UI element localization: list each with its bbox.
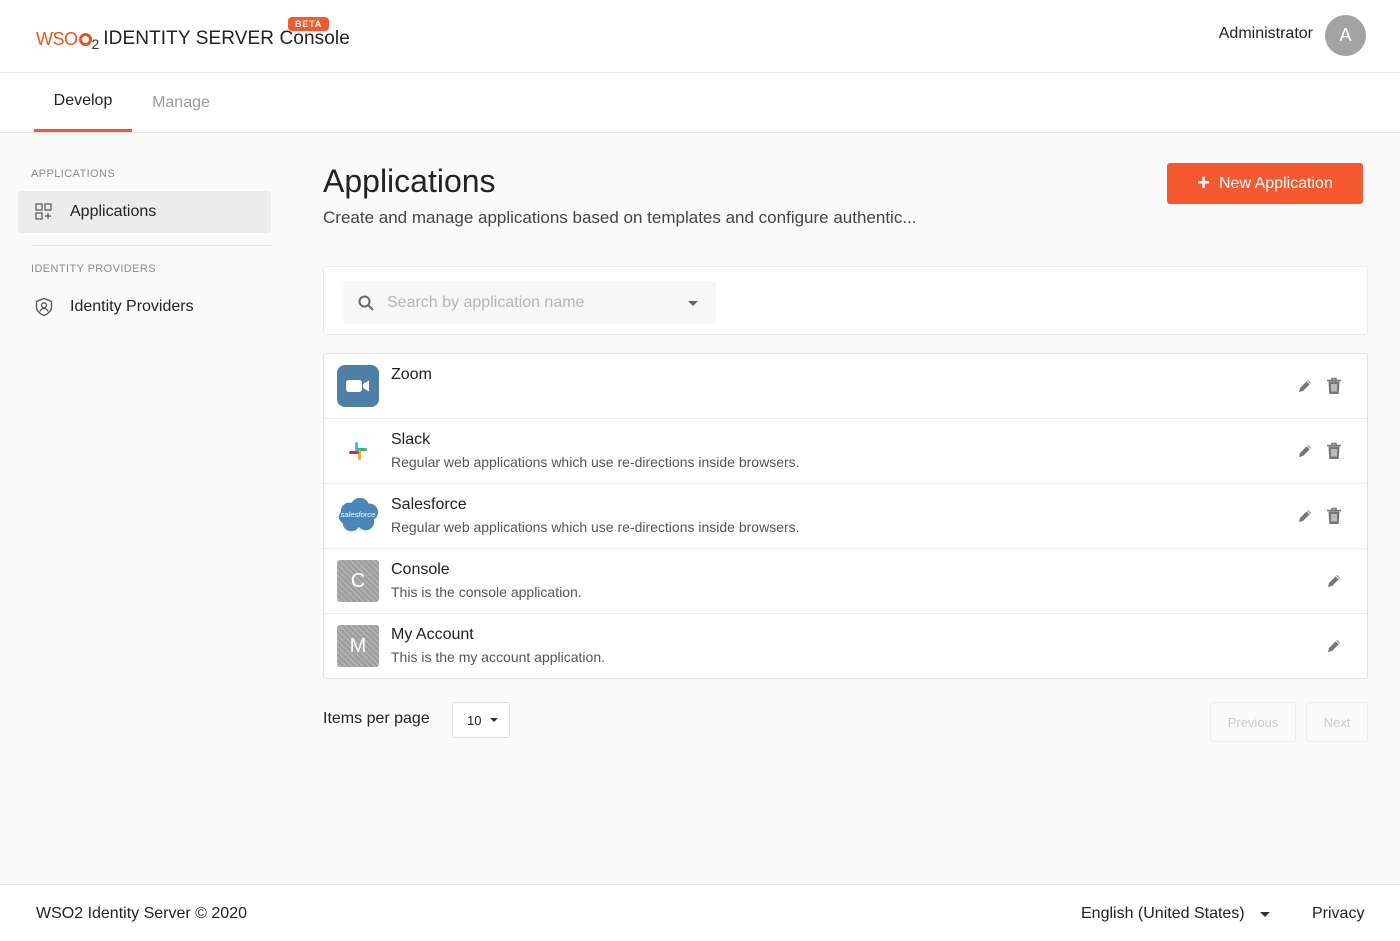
salesforce-logo: salesforce — [337, 495, 379, 537]
trash-icon[interactable] — [1324, 506, 1344, 526]
my-account-logo: M — [337, 625, 379, 667]
slack-logo — [337, 430, 379, 472]
logo-two-text: 2 — [91, 36, 100, 52]
items-per-page-label: Items per page — [323, 710, 430, 727]
search-box[interactable] — [343, 281, 716, 324]
application-description: Regular web applications which use re-di… — [391, 519, 800, 535]
search-options-dropdown-icon[interactable] — [688, 301, 698, 306]
application-description: This is the my account application. — [391, 649, 605, 665]
sidebar-item-applications[interactable]: Applications — [18, 191, 271, 233]
copyright-text: WSO2 Identity Server © 2020 — [36, 905, 247, 922]
previous-page-button[interactable]: Previous — [1210, 702, 1296, 742]
items-per-page-value: 10 — [467, 712, 482, 728]
sidebar-heading-identity-providers: IDENTITY PROVIDERS — [31, 263, 156, 275]
product-name: IDENTITY SERVER Console — [103, 28, 350, 49]
top-header: WSO 2 IDENTITY SERVER Console BETA Admin… — [0, 0, 1400, 73]
edit-icon[interactable] — [1324, 571, 1344, 591]
edit-icon[interactable] — [1295, 441, 1315, 461]
sidebar-item-identity-providers[interactable]: Identity Providers — [18, 286, 271, 328]
application-name: Slack — [391, 431, 431, 448]
list-item-salesforce[interactable]: salesforce Salesforce Regular web applic… — [324, 484, 1367, 549]
wso2-logo[interactable]: WSO 2 IDENTITY SERVER Console — [36, 28, 350, 52]
sidebar-heading-applications: APPLICATIONS — [31, 168, 116, 180]
plus-icon: + — [1197, 169, 1210, 195]
beta-badge: BETA — [288, 17, 330, 31]
new-application-button[interactable]: + New Application — [1167, 163, 1363, 204]
application-name: Salesforce — [391, 496, 467, 513]
privacy-link[interactable]: Privacy — [1312, 905, 1364, 923]
salesforce-logo-text: salesforce — [341, 510, 376, 519]
console-logo: C — [337, 560, 379, 602]
application-name: Console — [391, 561, 450, 578]
language-label: English (United States) — [1081, 905, 1245, 922]
tab-manage[interactable]: Manage — [132, 73, 230, 132]
list-item-console[interactable]: C Console This is the console applicatio… — [324, 549, 1367, 614]
list-item-slack[interactable]: Slack Regular web applications which use… — [324, 419, 1367, 484]
trash-icon[interactable] — [1324, 376, 1344, 396]
main-tab-bar: Develop Manage — [0, 73, 1400, 133]
sidebar-divider — [31, 245, 271, 246]
tab-develop[interactable]: Develop — [34, 73, 132, 132]
footer: WSO2 Identity Server © 2020 English (Uni… — [0, 884, 1400, 941]
zoom-logo — [337, 365, 379, 407]
chevron-down-icon — [490, 718, 499, 722]
logo-wso-text: WSO — [36, 29, 78, 49]
edit-icon[interactable] — [1295, 506, 1315, 526]
application-name: My Account — [391, 626, 474, 643]
edit-icon[interactable] — [1295, 376, 1315, 396]
search-panel — [323, 266, 1368, 335]
page-description: Create and manage applications based on … — [323, 208, 917, 227]
sidebar-item-label: Identity Providers — [70, 298, 194, 315]
search-icon — [358, 295, 374, 311]
application-name: Zoom — [391, 366, 432, 383]
sidebar-item-label: Applications — [70, 203, 157, 220]
next-page-button[interactable]: Next — [1306, 702, 1368, 742]
user-avatar[interactable]: A — [1325, 15, 1366, 56]
items-per-page-select[interactable]: 10 — [452, 702, 510, 738]
edit-icon[interactable] — [1324, 636, 1344, 656]
applications-list: Zoom Slack Regular web applications whic… — [323, 353, 1368, 679]
language-dropdown[interactable]: English (United States) — [1081, 905, 1270, 923]
application-description: This is the console application. — [391, 584, 582, 600]
application-description: Regular web applications which use re-di… — [391, 454, 800, 470]
list-item-zoom[interactable]: Zoom — [324, 354, 1367, 419]
user-name[interactable]: Administrator — [1219, 25, 1313, 43]
new-application-label: New Application — [1219, 174, 1333, 192]
shield-user-icon — [34, 297, 54, 317]
chevron-down-icon — [1259, 911, 1270, 917]
logo-ring-icon — [78, 33, 92, 46]
list-item-my-account[interactable]: M My Account This is the my account appl… — [324, 614, 1367, 679]
page-title: Applications — [323, 163, 496, 199]
search-input[interactable] — [387, 293, 667, 312]
trash-icon[interactable] — [1324, 441, 1344, 461]
grid-icon — [34, 202, 54, 222]
